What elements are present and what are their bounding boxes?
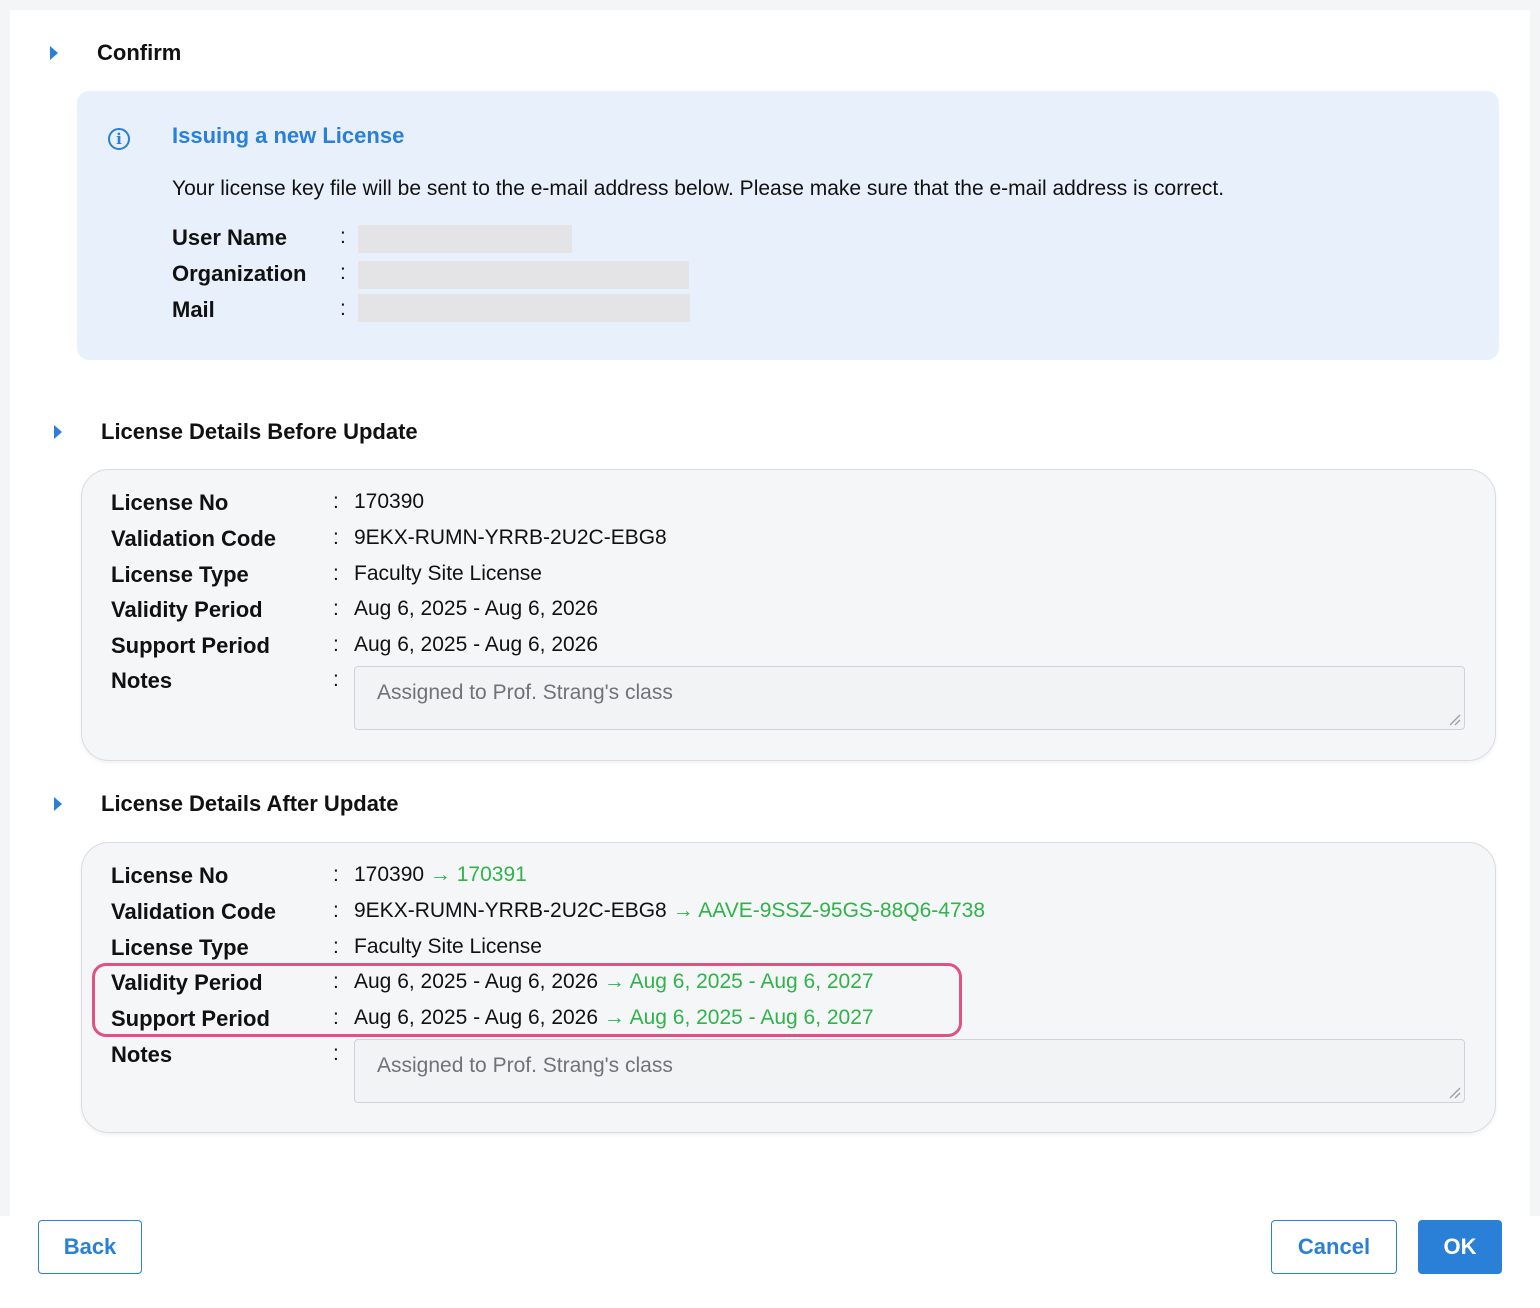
- organization-label: Organization: [172, 261, 307, 286]
- resize-grip-icon[interactable]: [1447, 1085, 1461, 1099]
- notes-text: Assigned to Prof. Strang's class: [377, 681, 673, 704]
- validation-code-label: Validation Code: [111, 526, 277, 551]
- info-description: Your license key file will be sent to th…: [172, 177, 1225, 200]
- support-period-label: Support Period: [111, 633, 270, 658]
- after-section-title: License Details After Update: [101, 791, 399, 816]
- separator-colon: :: [333, 668, 339, 691]
- separator-colon: :: [333, 490, 339, 513]
- validity-period-value: Aug 6, 2025 - Aug 6, 2026: [354, 597, 599, 620]
- period-change-highlight: [92, 963, 962, 1037]
- notes-textarea[interactable]: Assigned to Prof. Strang's class: [354, 1039, 1465, 1103]
- license-type-label: License Type: [111, 935, 249, 960]
- after-section-header[interactable]: License Details After Update: [54, 791, 399, 817]
- ok-button[interactable]: OK: [1418, 1220, 1502, 1274]
- confirm-section-title: Confirm: [97, 40, 182, 65]
- license-type-value: Faculty Site License: [354, 935, 542, 959]
- expand-triangle-icon[interactable]: [54, 425, 62, 439]
- license-type-label: License Type: [111, 562, 249, 587]
- info-notice-box: i Issuing a new License Your license key…: [77, 91, 1499, 360]
- redacted-mail: [358, 294, 690, 322]
- notes-textarea[interactable]: Assigned to Prof. Strang's class: [354, 666, 1465, 730]
- separator-colon: :: [333, 899, 339, 922]
- separator-colon: :: [333, 1042, 339, 1065]
- old-value: 9EKX-RUMN-YRRB-2U2C-EBG8: [354, 899, 667, 922]
- separator-colon: :: [333, 935, 339, 958]
- new-value: → 170391: [429, 863, 527, 886]
- back-button[interactable]: Back: [38, 1220, 142, 1274]
- separator-colon: :: [333, 863, 339, 886]
- license-no-label: License No: [111, 490, 229, 515]
- validation-code-value: 9EKX-RUMN-YRRB-2U2C-EBG8: [354, 526, 667, 549]
- license-no-label: License No: [111, 863, 229, 888]
- info-icon: i: [108, 128, 130, 150]
- separator-colon: :: [340, 261, 346, 284]
- license-before-card: License No : 170390 Validation Code : 9E…: [81, 469, 1496, 761]
- validation-code-label: Validation Code: [111, 899, 277, 924]
- separator-colon: :: [333, 633, 339, 656]
- redacted-user-name: [358, 225, 572, 253]
- new-value: → AAVE-9SSZ-95GS-88Q6-4738: [672, 899, 986, 922]
- expand-triangle-icon[interactable]: [50, 46, 58, 60]
- redacted-organization: [358, 261, 689, 289]
- notes-label: Notes: [111, 668, 173, 693]
- separator-colon: :: [333, 597, 339, 620]
- separator-colon: :: [340, 225, 346, 248]
- before-section-title: License Details Before Update: [101, 419, 418, 444]
- license-no-change: 170390 → 170391: [354, 863, 527, 887]
- notes-text: Assigned to Prof. Strang's class: [377, 1054, 673, 1077]
- expand-triangle-icon[interactable]: [54, 797, 62, 811]
- support-period-value: Aug 6, 2025 - Aug 6, 2026: [354, 633, 599, 656]
- old-value: Faculty Site License: [354, 935, 542, 958]
- old-value: 170390: [354, 863, 425, 886]
- before-section-header[interactable]: License Details Before Update: [54, 419, 418, 445]
- info-title: Issuing a new License: [172, 123, 405, 148]
- separator-colon: :: [340, 297, 346, 320]
- license-type-value: Faculty Site License: [354, 562, 542, 585]
- validation-code-change: 9EKX-RUMN-YRRB-2U2C-EBG8 → AAVE-9SSZ-95G…: [354, 899, 985, 923]
- notes-label: Notes: [111, 1042, 173, 1067]
- validity-period-label: Validity Period: [111, 597, 263, 622]
- separator-colon: :: [333, 526, 339, 549]
- cancel-button[interactable]: Cancel: [1271, 1220, 1397, 1274]
- resize-grip-icon[interactable]: [1447, 712, 1461, 726]
- separator-colon: :: [333, 562, 339, 585]
- confirm-section-header[interactable]: Confirm: [50, 40, 181, 66]
- user-name-label: User Name: [172, 225, 287, 250]
- license-no-value: 170390: [354, 490, 425, 513]
- mail-label: Mail: [172, 297, 215, 322]
